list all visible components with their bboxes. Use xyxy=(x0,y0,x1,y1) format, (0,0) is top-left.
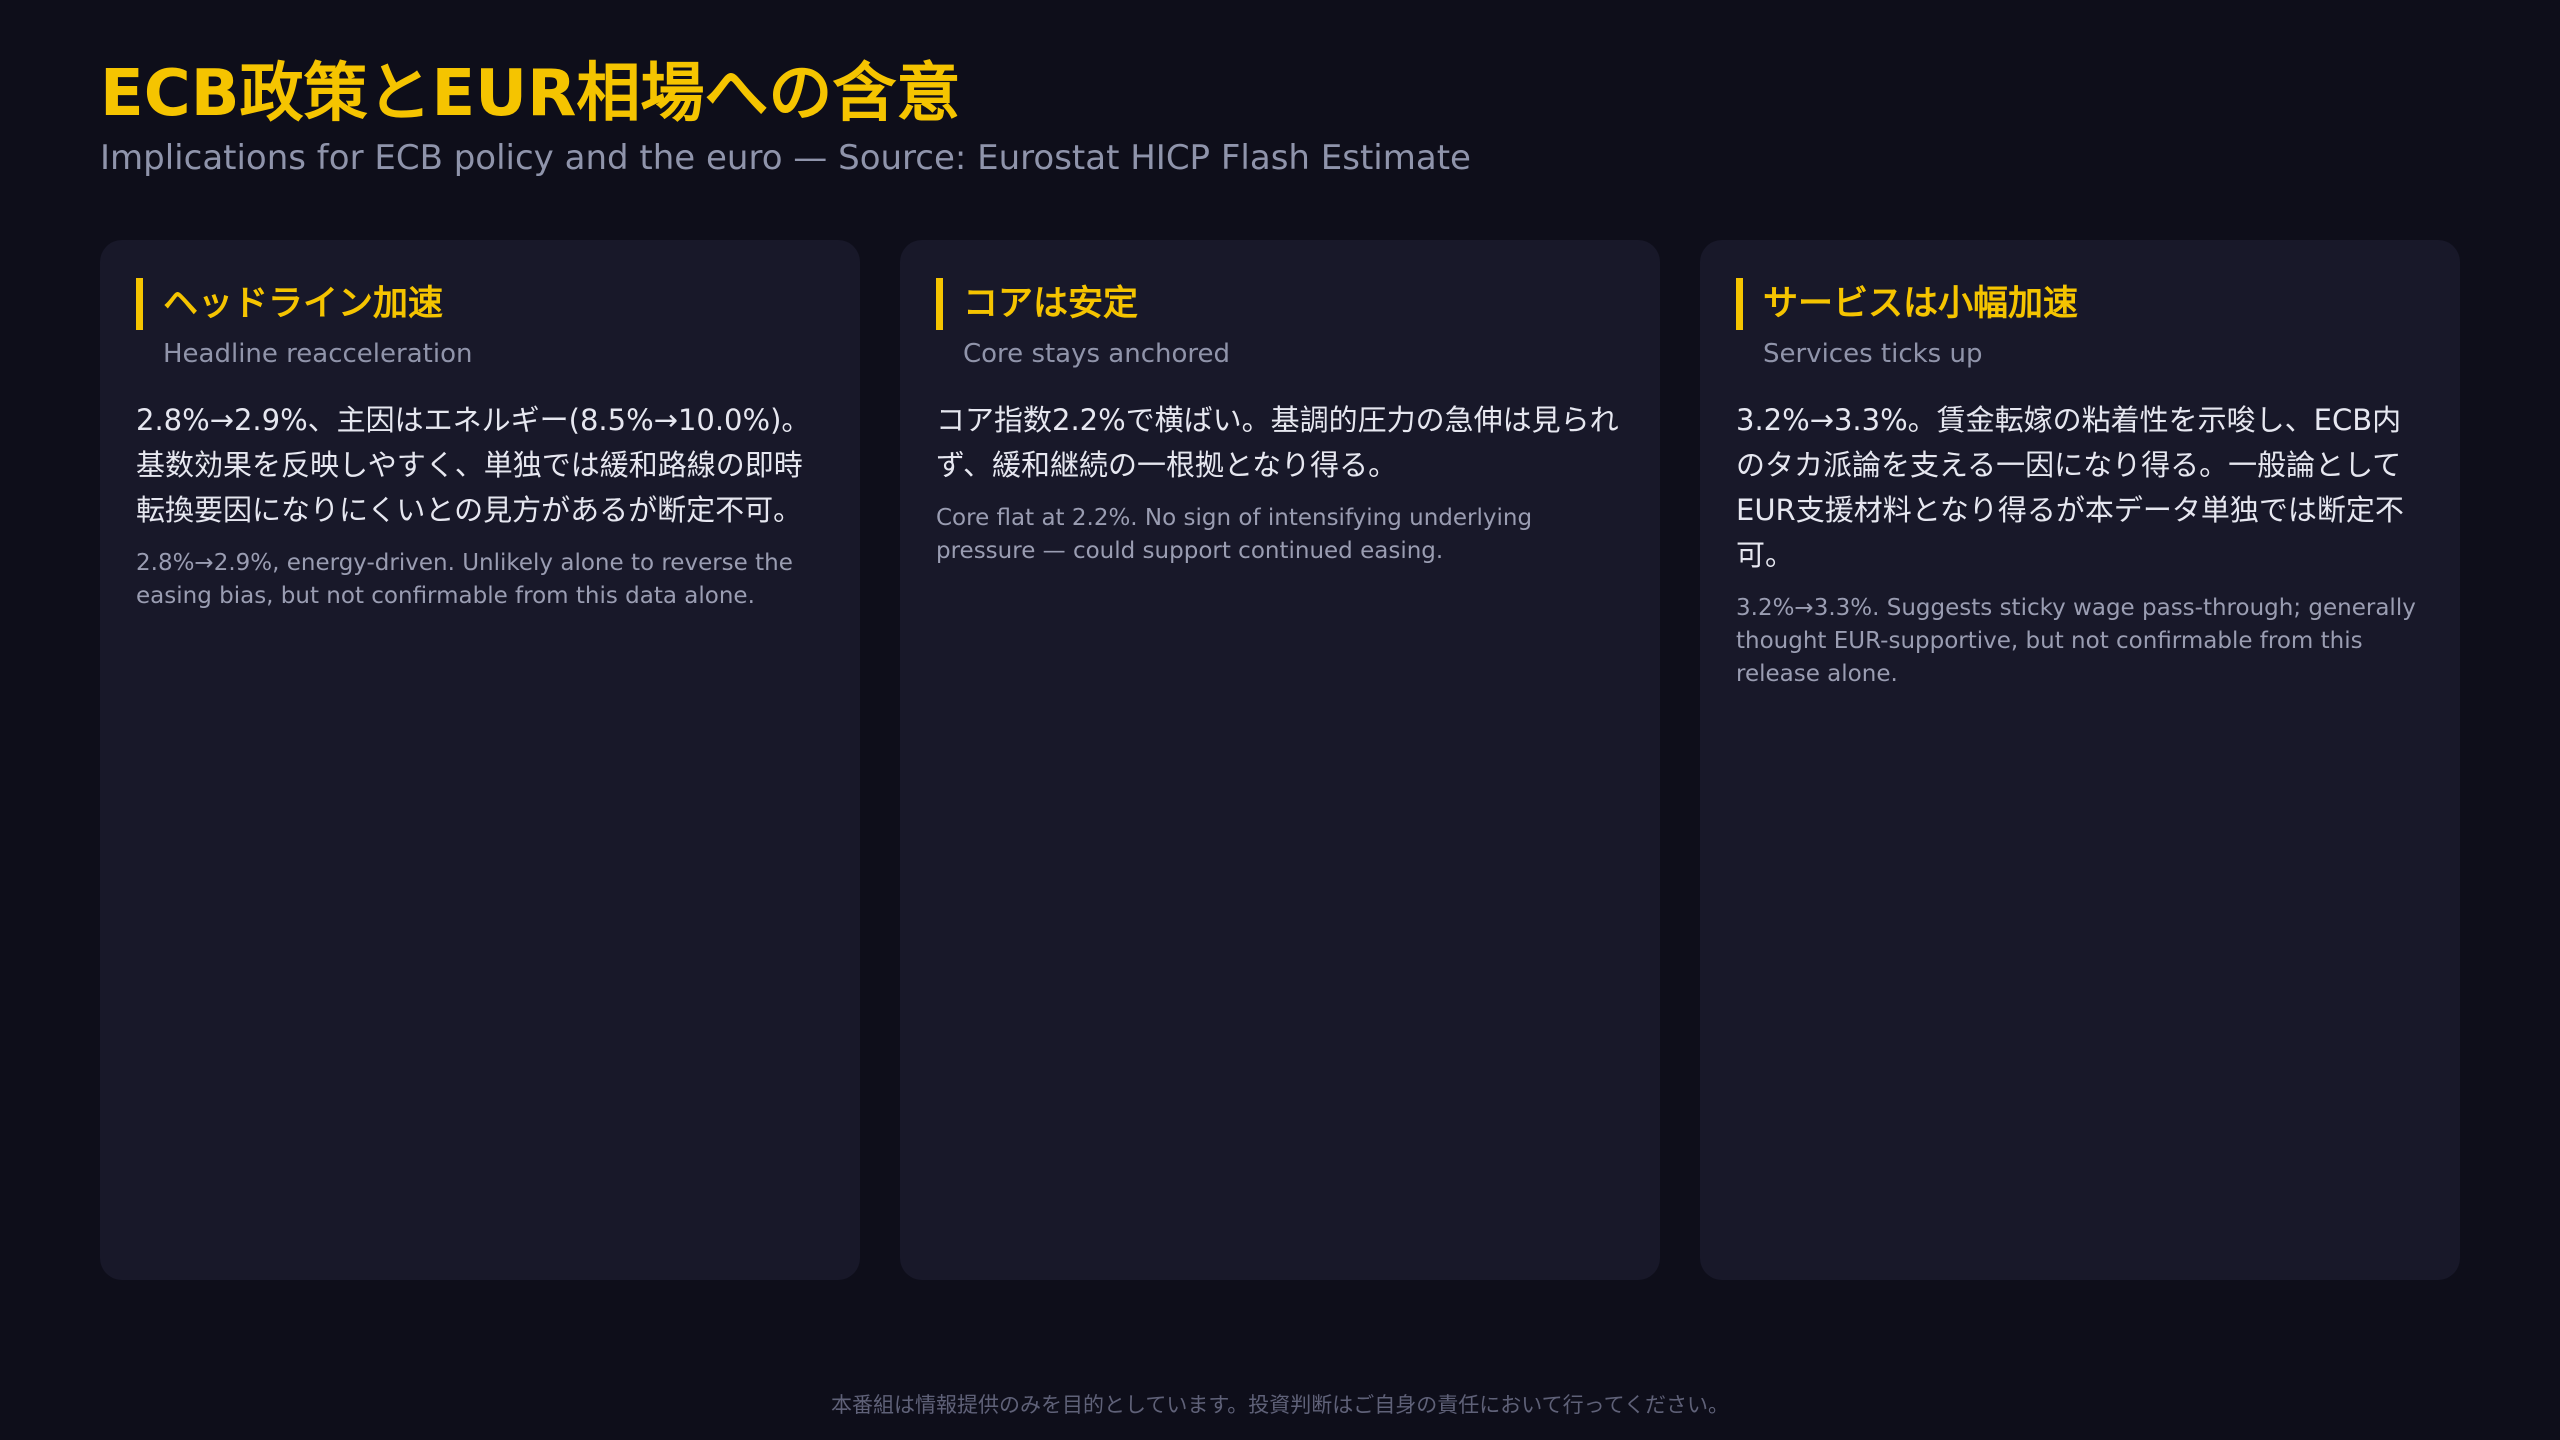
card-subtitle: Headline reacceleration xyxy=(163,339,473,369)
card-core: コアは安定 Core stays anchored コア指数2.2%で横ばい。基… xyxy=(900,240,1660,1280)
page-title: ECB政策とEUR相場への含意 xyxy=(100,57,961,131)
card-title: コアは安定 xyxy=(963,284,1139,324)
card-body-jp: 3.2%→3.3%。賃金転嫁の粘着性を示唆し、ECB内のタカ派論を支える一因にな… xyxy=(1736,403,2404,572)
card-body-en: Core flat at 2.2%. No sign of intensifyi… xyxy=(936,505,1533,564)
card-heading: サービスは小幅加速 xyxy=(1736,278,2424,330)
card-body-en: 2.8%→2.9%, energy-driven. Unlikely alone… xyxy=(136,550,793,609)
card-title: サービスは小幅加速 xyxy=(1763,284,2079,324)
card-grid: ヘッドライン加速 Headline reacceleration 2.8%→2.… xyxy=(100,240,2460,1280)
card-services: サービスは小幅加速 Services ticks up 3.2%→3.3%。賃金… xyxy=(1700,240,2460,1280)
card-body-jp: 2.8%→2.9%、主因はエネルギー(8.5%→10.0%)。基数効果を反映しや… xyxy=(136,403,811,527)
card-heading: ヘッドライン加速 xyxy=(136,278,824,330)
card-headline: ヘッドライン加速 Headline reacceleration 2.8%→2.… xyxy=(100,240,860,1280)
page-subtitle: Implications for ECB policy and the euro… xyxy=(100,138,1471,178)
card-title: ヘッドライン加速 xyxy=(163,284,444,324)
disclaimer-footer: 本番組は情報提供のみを目的としています。投資判断はご自身の責任において行ってくだ… xyxy=(831,1393,1729,1417)
card-body-en: 3.2%→3.3%. Suggests sticky wage pass-thr… xyxy=(1736,595,2416,687)
card-heading: コアは安定 xyxy=(936,278,1624,330)
card-body-jp: コア指数2.2%で横ばい。基調的圧力の急伸は見られず、緩和継続の一根拠となり得る… xyxy=(936,403,1619,482)
slide: ECB政策とEUR相場への含意 Implications for ECB pol… xyxy=(0,0,2560,1440)
card-subtitle: Core stays anchored xyxy=(963,339,1231,369)
card-subtitle: Services ticks up xyxy=(1763,339,1983,369)
slide-header: ECB政策とEUR相場への含意 Implications for ECB pol… xyxy=(100,52,2460,180)
